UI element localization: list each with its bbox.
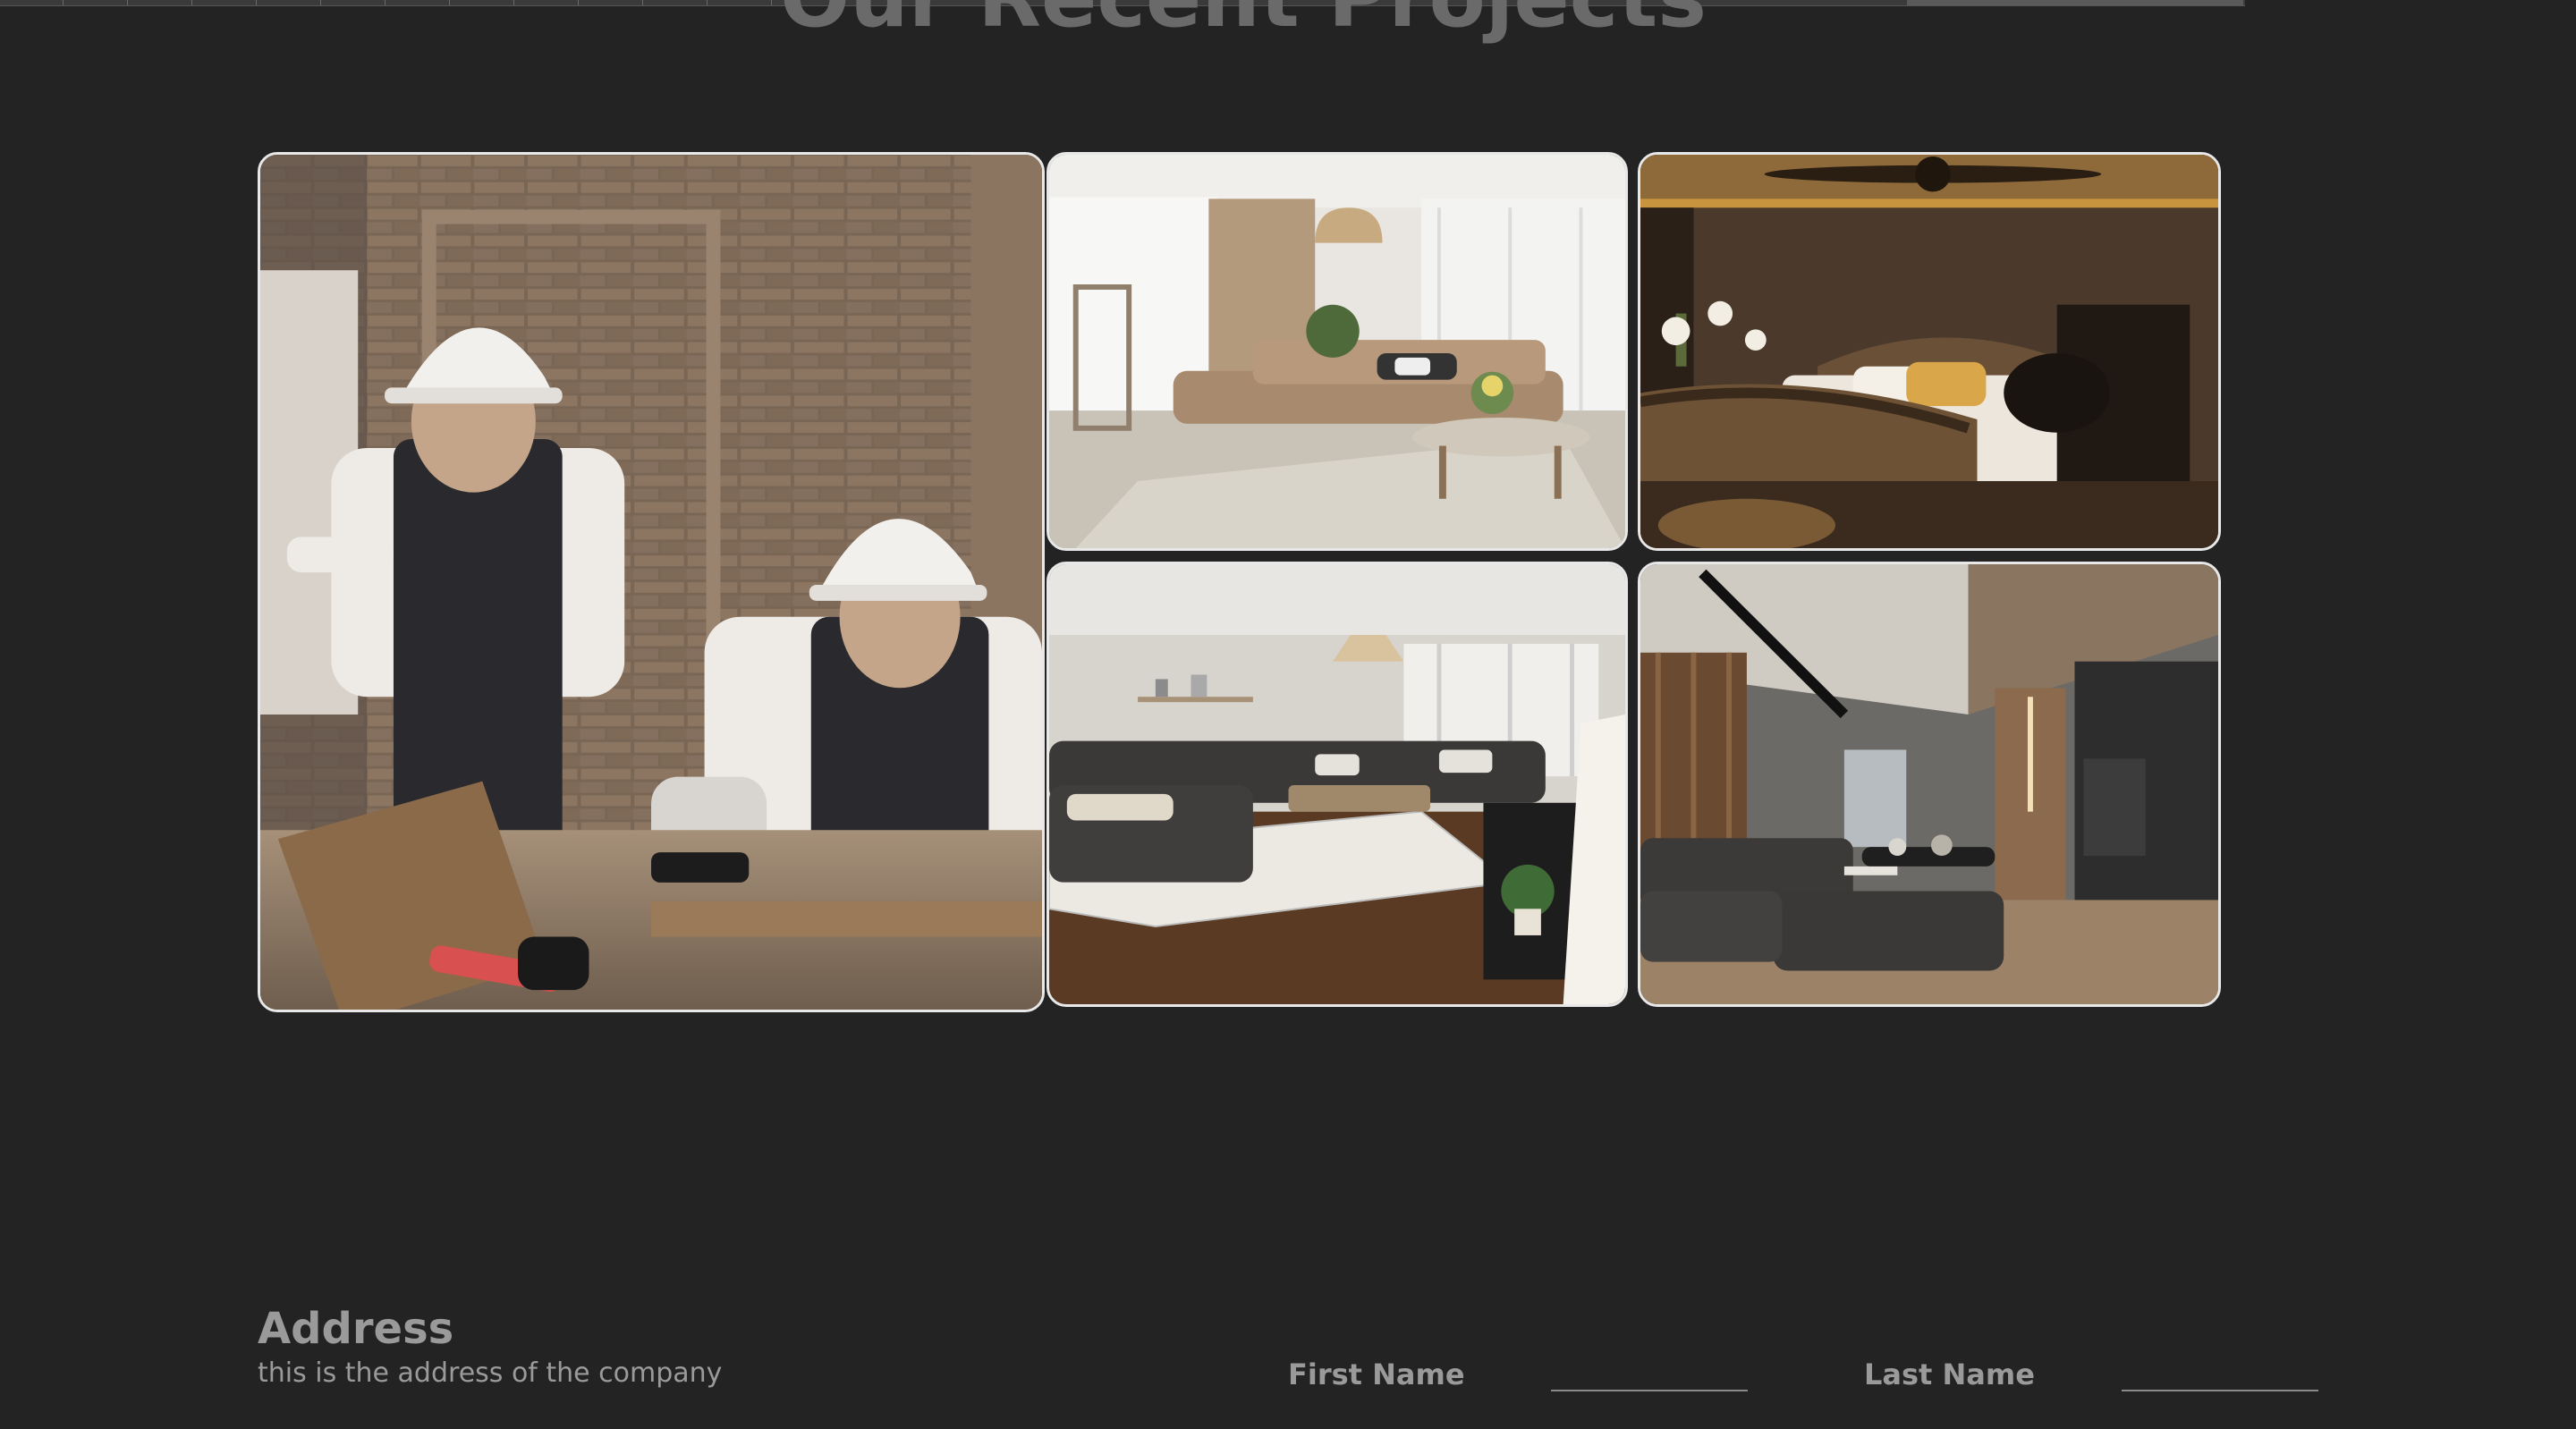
first-name-input[interactable] (1551, 1359, 1748, 1391)
project-image-modern-dark-lounge[interactable] (1638, 562, 2221, 1007)
dark-bedroom-photo (1640, 155, 2218, 548)
address-heading: Address (258, 1304, 454, 1354)
page: Our Recent Projects (0, 0, 2576, 1429)
section-title: Our Recent Projects (0, 0, 2576, 39)
grey-sofa-living-room-photo (1049, 564, 1625, 1004)
modern-dark-lounge-photo (1640, 564, 2218, 1004)
address-text: this is the address of the company (258, 1357, 723, 1389)
last-name-input[interactable] (2122, 1359, 2318, 1391)
bright-living-room-photo (1049, 155, 1625, 548)
construction-workers-photo (260, 155, 1042, 1010)
project-image-grey-sofa-living-room[interactable] (1046, 562, 1628, 1007)
project-image-construction-workers[interactable] (258, 152, 1045, 1012)
project-image-bright-living-room[interactable] (1046, 152, 1628, 551)
project-image-dark-bedroom[interactable] (1638, 152, 2221, 551)
first-name-label: First Name (1288, 1357, 1465, 1391)
last-name-label: Last Name (1864, 1357, 2035, 1391)
